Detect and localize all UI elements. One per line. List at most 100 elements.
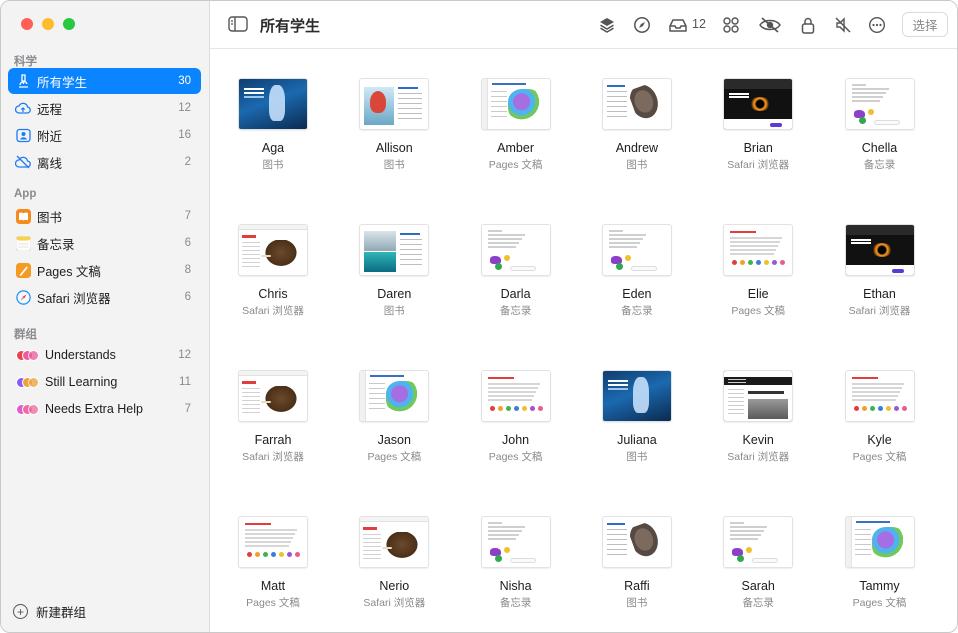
student-tile[interactable]: Elie Pages 文稿 xyxy=(698,225,818,365)
sidebar-item-label: 附近 xyxy=(37,129,63,144)
student-tile[interactable]: Nerio Safari 浏览器 xyxy=(334,517,454,632)
page-title: 所有学生 xyxy=(260,18,321,35)
student-screen-thumbnail[interactable] xyxy=(360,517,429,567)
student-screen-thumbnail[interactable] xyxy=(724,517,793,567)
sidebar-item[interactable]: 远程 12 xyxy=(8,95,201,121)
student-app-label: 图书 xyxy=(626,451,648,463)
student-screen-thumbnail[interactable] xyxy=(845,371,914,421)
student-app-label: Safari 浏览器 xyxy=(242,451,304,463)
zoom-window-button[interactable] xyxy=(63,18,75,30)
student-screen-thumbnail[interactable] xyxy=(845,79,914,129)
new-group-button[interactable]: + 新建群组 xyxy=(13,602,86,621)
sidebar-toggle-icon[interactable] xyxy=(228,16,248,32)
notes-app-icon xyxy=(15,235,31,251)
student-tile[interactable]: Raffi 图书 xyxy=(577,517,697,632)
lock-icon[interactable] xyxy=(798,15,818,35)
student-screen-thumbnail[interactable] xyxy=(845,517,914,567)
books-app-icon xyxy=(15,208,31,224)
sidebar-item-label: 图书 xyxy=(37,210,63,225)
student-screen-thumbnail[interactable] xyxy=(602,79,671,129)
student-screen-thumbnail[interactable] xyxy=(845,225,914,275)
student-tile[interactable]: Chella 备忘录 xyxy=(820,79,940,219)
student-tile[interactable]: Daren 图书 xyxy=(334,225,454,365)
sidebar-item[interactable]: 备忘录 6 xyxy=(8,230,201,256)
sidebar-item[interactable]: 所有学生 30 xyxy=(8,68,201,94)
student-name: Ethan xyxy=(863,287,896,301)
student-tile[interactable]: Darla 备忘录 xyxy=(456,225,576,365)
student-screen-thumbnail[interactable] xyxy=(481,517,550,567)
student-screen-thumbnail[interactable] xyxy=(239,371,307,421)
student-tile[interactable]: Amber Pages 文稿 xyxy=(456,79,576,219)
student-screen-thumbnail[interactable] xyxy=(602,371,671,421)
sidebar-item[interactable]: Still Learning 11 xyxy=(8,369,201,395)
student-tile[interactable]: Jason Pages 文稿 xyxy=(334,371,454,511)
sidebar-item[interactable]: Understands 12 xyxy=(8,342,201,368)
sidebar-item[interactable]: 离线 2 xyxy=(8,149,201,175)
student-app-label: Pages 文稿 xyxy=(731,305,786,317)
sidebar-item-label: Safari 浏览器 xyxy=(37,291,111,306)
cloud-offline-icon xyxy=(15,154,31,170)
sidebar-item-label: Pages 文稿 xyxy=(37,264,101,279)
student-app-label: 备忘录 xyxy=(742,597,774,609)
student-tile[interactable]: Brian Safari 浏览器 xyxy=(698,79,818,219)
student-tile[interactable]: Allison 图书 xyxy=(334,79,454,219)
student-screen-thumbnail[interactable] xyxy=(724,79,793,129)
sidebar-item[interactable]: 图书 7 xyxy=(8,203,201,229)
student-screen-thumbnail[interactable] xyxy=(239,517,307,567)
safari-app-icon xyxy=(15,289,31,305)
sidebar-item[interactable]: 附近 16 xyxy=(8,122,201,148)
sidebar-item-count: 12 xyxy=(178,102,191,114)
student-app-label: Pages 文稿 xyxy=(852,597,907,609)
sidebar-item-label: Understands xyxy=(45,348,116,362)
inbox-icon[interactable] xyxy=(668,15,688,35)
student-tile[interactable]: Eden 备忘录 xyxy=(577,225,697,365)
student-name: Chella xyxy=(861,141,898,155)
student-screen-thumbnail[interactable] xyxy=(724,371,793,421)
student-tile[interactable]: John Pages 文稿 xyxy=(456,371,576,511)
student-tile[interactable]: Kyle Pages 文稿 xyxy=(820,371,940,511)
close-window-button[interactable] xyxy=(21,18,33,30)
student-name: Tammy xyxy=(859,579,900,593)
more-icon[interactable] xyxy=(867,15,887,35)
layers-icon[interactable] xyxy=(597,15,617,35)
student-name: Andrew xyxy=(615,141,659,155)
sidebar-item[interactable]: Needs Extra Help 7 xyxy=(8,396,201,422)
student-tile[interactable]: Kevin Safari 浏览器 xyxy=(698,371,818,511)
apps-grid-icon[interactable] xyxy=(721,15,741,35)
student-app-label: 图书 xyxy=(262,159,284,171)
student-name: Kevin xyxy=(742,433,774,447)
eye-slash-icon[interactable] xyxy=(758,15,782,35)
student-screen-thumbnail[interactable] xyxy=(481,79,550,129)
student-tile[interactable]: Matt Pages 文稿 xyxy=(213,517,333,632)
minimize-window-button[interactable] xyxy=(42,18,54,30)
student-screen-thumbnail[interactable] xyxy=(360,225,429,275)
student-tile[interactable]: Nisha 备忘录 xyxy=(456,517,576,632)
select-button[interactable]: 选择 xyxy=(902,12,948,37)
student-tile[interactable]: Farrah Safari 浏览器 xyxy=(213,371,333,511)
student-screen-thumbnail[interactable] xyxy=(360,371,429,421)
sidebar-item-count: 12 xyxy=(178,349,191,361)
student-screen-thumbnail[interactable] xyxy=(481,371,550,421)
mute-icon[interactable] xyxy=(833,15,853,35)
toolbar: 所有学生 12 选择 xyxy=(210,1,957,49)
student-screen-thumbnail[interactable] xyxy=(360,79,429,129)
student-name: Juliana xyxy=(617,433,657,447)
student-tile[interactable]: Ethan Safari 浏览器 xyxy=(820,225,940,365)
student-app-label: Pages 文稿 xyxy=(488,451,543,463)
student-tile[interactable]: Andrew 图书 xyxy=(577,79,697,219)
student-tile[interactable]: Juliana 图书 xyxy=(577,371,697,511)
student-tile[interactable]: Chris Safari 浏览器 xyxy=(213,225,333,365)
student-tile[interactable]: Tammy Pages 文稿 xyxy=(820,517,940,632)
student-screen-thumbnail[interactable] xyxy=(239,225,307,275)
sidebar-item[interactable]: Pages 文稿 8 xyxy=(8,257,201,283)
student-screen-thumbnail[interactable] xyxy=(602,517,671,567)
sidebar-item-count: 30 xyxy=(178,75,191,87)
sidebar-item[interactable]: Safari 浏览器 6 xyxy=(8,284,201,310)
student-screen-thumbnail[interactable] xyxy=(724,225,793,275)
compass-icon[interactable] xyxy=(632,15,652,35)
student-screen-thumbnail[interactable] xyxy=(481,225,550,275)
student-screen-thumbnail[interactable] xyxy=(239,79,307,129)
student-tile[interactable]: Sarah 备忘录 xyxy=(698,517,818,632)
student-tile[interactable]: Aga 图书 xyxy=(213,79,333,219)
student-screen-thumbnail[interactable] xyxy=(602,225,671,275)
